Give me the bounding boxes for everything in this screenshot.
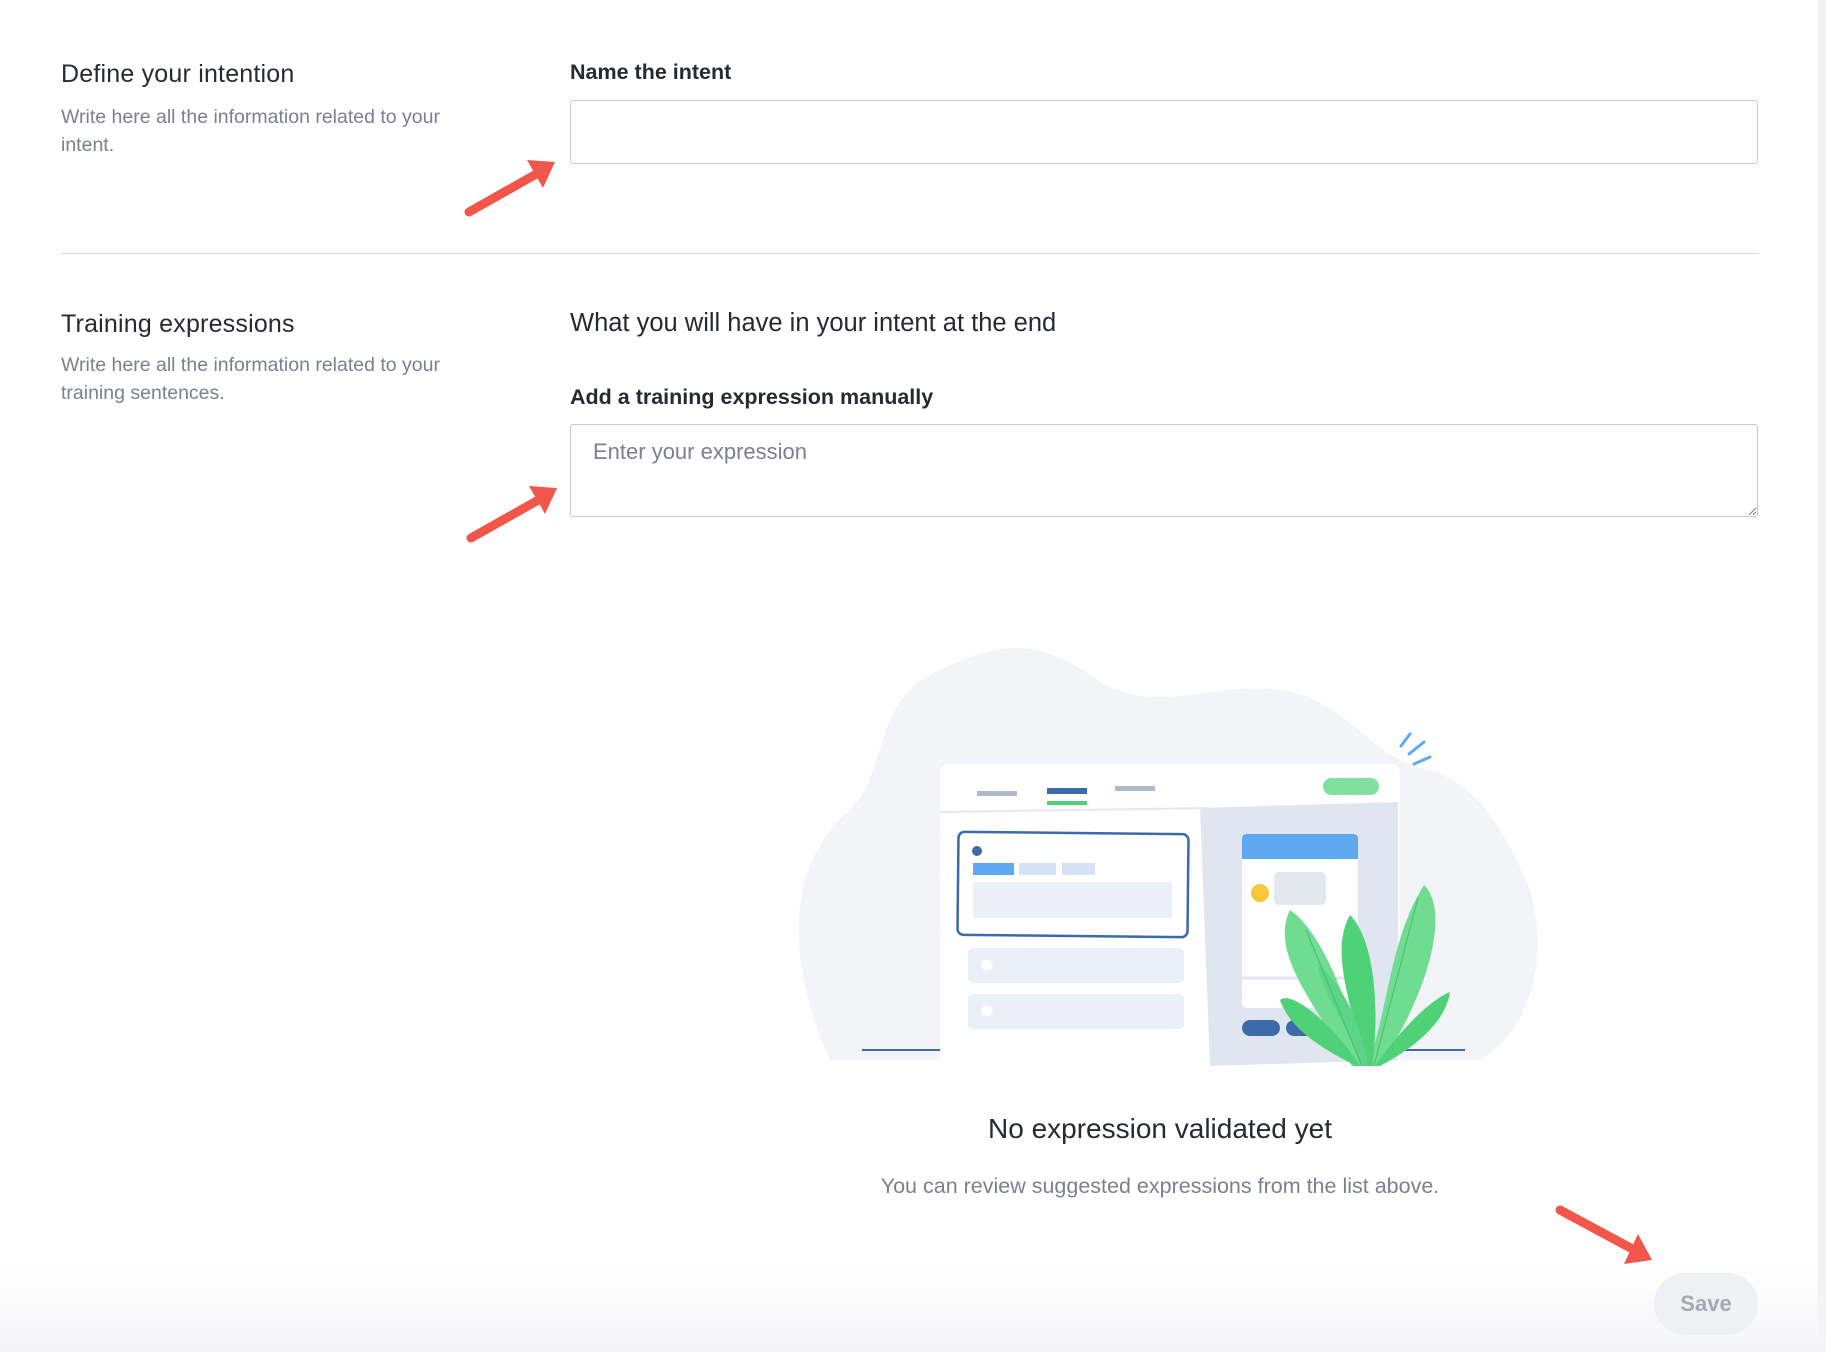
define-intention-title: Define your intention (61, 60, 295, 88)
empty-state-title: No expression validated yet (988, 1113, 1332, 1144)
add-expression-label: Add a training expression manually (570, 385, 934, 409)
annotation-arrow-icon (466, 486, 557, 543)
intent-name-input[interactable] (570, 100, 1758, 164)
annotation-arrow-icon (464, 160, 555, 217)
save-button[interactable]: Save (1654, 1273, 1758, 1335)
intent-form-page: Define your intention Write here all the… (0, 0, 1826, 1352)
training-expressions-description: Write here all the information related t… (61, 354, 440, 404)
footer-shadow (0, 1262, 1826, 1352)
scrollbar-track[interactable] (1818, 0, 1826, 1352)
empty-state-description: You can review suggested expressions fro… (880, 1174, 1440, 1198)
intent-summary-heading: What you will have in your intent at the… (570, 309, 1057, 337)
section-divider (61, 253, 1758, 254)
expression-input[interactable] (570, 424, 1758, 517)
define-intention-description: Write here all the information related t… (61, 106, 440, 156)
name-intent-label: Name the intent (570, 60, 732, 84)
empty-state-illustration (798, 648, 1538, 1067)
training-expressions-title: Training expressions (61, 310, 295, 338)
